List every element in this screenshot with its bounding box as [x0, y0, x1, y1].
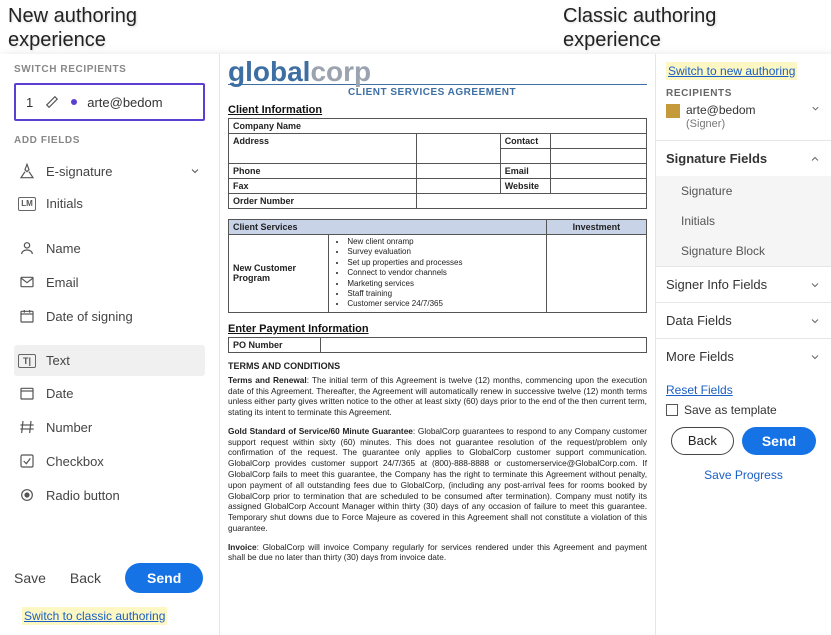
person-icon	[18, 239, 36, 257]
pen-nib-icon	[18, 162, 36, 180]
terms-paragraph: Terms and Renewal: Terms and Renewal: Th…	[228, 375, 647, 418]
save-as-template-row[interactable]: Save as template	[656, 399, 831, 425]
terms-paragraph: Invoice: GlobalCorp will invoice Company…	[228, 542, 647, 564]
hash-icon	[18, 418, 36, 436]
field-name[interactable]: Name	[14, 231, 205, 265]
field-email[interactable]: Email	[14, 265, 205, 299]
classic-experience-label: Classic authoring experience	[563, 4, 783, 52]
field-label: Date	[46, 386, 73, 401]
checkbox-icon[interactable]	[666, 404, 678, 416]
terms-paragraph: Gold Standard of Service/60 Minute Guara…	[228, 426, 647, 534]
recipient-selector[interactable]: 1 arte@bedom	[14, 83, 205, 121]
field-esignature[interactable]: E-signature	[14, 154, 205, 188]
agreement-title: CLIENT SERVICES AGREEMENT	[348, 87, 516, 98]
recipient-email: arte@bedom	[87, 95, 162, 110]
right-panel: Switch to new authoring RECIPIENTS arte@…	[655, 54, 831, 635]
field-text[interactable]: T| Text	[14, 345, 205, 376]
field-checkbox[interactable]: Checkbox	[14, 444, 205, 478]
text-icon: T|	[18, 354, 36, 368]
save-progress-link[interactable]: Save Progress	[704, 468, 783, 482]
recipient-color-swatch	[666, 104, 680, 118]
field-label: Name	[46, 241, 81, 256]
chevron-down-icon	[189, 165, 201, 177]
calendar-icon	[18, 307, 36, 325]
save-as-template-label: Save as template	[684, 403, 777, 417]
reset-fields-link[interactable]: Reset Fields	[666, 383, 733, 397]
recipient-color-dot	[71, 99, 77, 105]
field-option-signature[interactable]: Signature	[656, 176, 831, 206]
signature-fields-list: Signature Initials Signature Block	[656, 176, 831, 266]
new-experience-label: New authoring experience	[8, 4, 208, 52]
radio-icon	[18, 486, 36, 504]
switch-to-new-link[interactable]: Switch to new authoring	[666, 62, 797, 80]
field-radio[interactable]: Radio button	[14, 478, 205, 512]
initials-icon: LM	[18, 197, 36, 211]
main-container: SWITCH RECIPIENTS 1 arte@bedom ADD FIELD…	[0, 54, 831, 635]
field-date-of-signing[interactable]: Date of signing	[14, 299, 205, 333]
back-button[interactable]: Back	[70, 570, 101, 586]
recipients-label: RECIPIENTS	[666, 88, 821, 99]
field-date[interactable]: Date	[14, 376, 205, 410]
left-panel: SWITCH RECIPIENTS 1 arte@bedom ADD FIELD…	[0, 54, 220, 635]
switch-recipients-label: SWITCH RECIPIENTS	[14, 64, 205, 75]
field-label: E-signature	[46, 164, 112, 179]
logo-global: global	[228, 56, 310, 87]
calendar-icon	[18, 384, 36, 402]
add-fields-label: ADD FIELDS	[14, 135, 205, 146]
back-button[interactable]: Back	[671, 427, 734, 455]
field-label: Checkbox	[46, 454, 104, 469]
accordion-signature-fields[interactable]: Signature Fields	[656, 140, 831, 176]
accordion-signer-info[interactable]: Signer Info Fields	[656, 266, 831, 302]
switch-to-classic-link[interactable]: Switch to classic authoring	[22, 607, 167, 625]
chevron-down-icon	[810, 103, 821, 114]
accordion-more-fields[interactable]: More Fields	[656, 338, 831, 374]
save-button[interactable]: Save	[14, 570, 46, 586]
pen-icon	[43, 93, 61, 111]
chevron-down-icon	[809, 315, 821, 327]
accordion-data-fields[interactable]: Data Fields	[656, 302, 831, 338]
field-label: Date of signing	[46, 309, 133, 324]
field-label: Number	[46, 420, 92, 435]
field-label: Email	[46, 275, 79, 290]
payment-table: PO Number	[228, 337, 647, 353]
chevron-down-icon	[809, 351, 821, 363]
field-initials[interactable]: LM Initials	[14, 188, 205, 219]
field-label: Initials	[46, 196, 83, 211]
field-label: Radio button	[46, 488, 120, 503]
field-number[interactable]: Number	[14, 410, 205, 444]
client-info-heading: Client Information	[228, 104, 647, 116]
chevron-down-icon	[809, 279, 821, 291]
field-option-initials[interactable]: Initials	[656, 206, 831, 236]
payment-heading: Enter Payment Information	[228, 323, 647, 335]
terms-heading: TERMS AND CONDITIONS	[228, 361, 647, 371]
field-label: Text	[46, 353, 70, 368]
logo-corp: corp	[310, 56, 371, 87]
document-preview[interactable]: globalcorp CLIENT SERVICES AGREEMENT Cli…	[220, 54, 655, 635]
recipient-dropdown[interactable]: arte@bedom	[666, 103, 821, 118]
recipient-role: (Signer)	[686, 118, 821, 130]
client-info-table: Company Name AddressContact PhoneEmail F…	[228, 118, 647, 209]
envelope-icon	[18, 273, 36, 291]
checkbox-icon	[18, 452, 36, 470]
recipient-number: 1	[26, 95, 33, 110]
client-services-table: Client ServicesInvestment New Customer P…	[228, 219, 647, 313]
send-button[interactable]: Send	[125, 563, 203, 593]
recipient-email: arte@bedom	[686, 103, 804, 117]
chevron-up-icon	[809, 153, 821, 165]
send-button[interactable]: Send	[742, 427, 816, 455]
field-option-signature-block[interactable]: Signature Block	[656, 236, 831, 266]
